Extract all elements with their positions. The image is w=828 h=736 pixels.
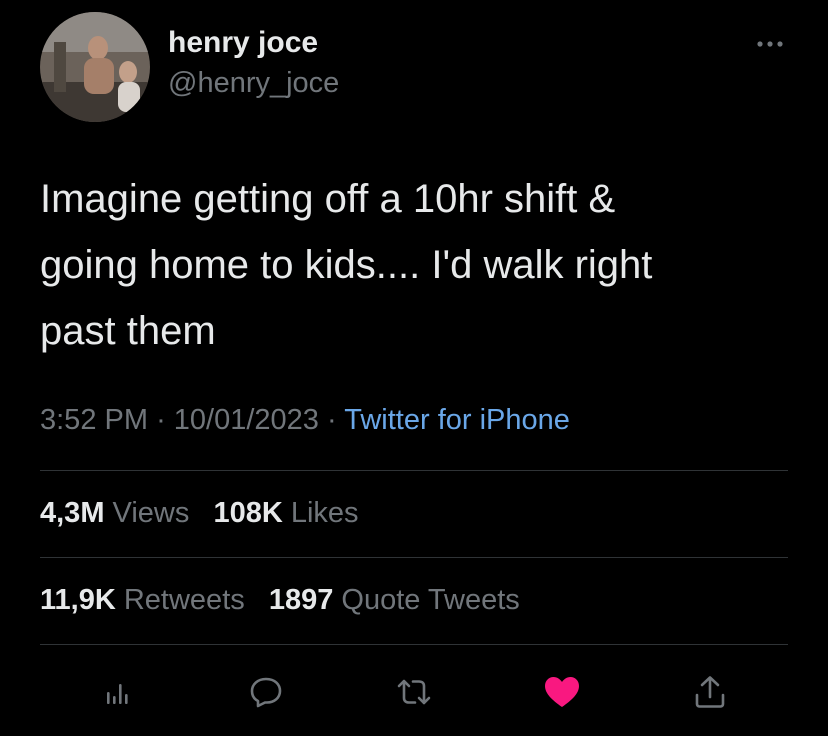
action-bar <box>0 664 828 716</box>
tweet-text-line: Imagine getting off a 10hr shift & <box>40 177 616 221</box>
analytics-icon <box>107 684 128 704</box>
divider <box>40 557 788 558</box>
meta-separator: · <box>156 404 166 436</box>
reply-icon <box>250 677 282 708</box>
tweet-meta: 3:52 PM · 10/01/2023 · Twitter for iPhon… <box>40 404 570 437</box>
retweets-label: Retweets <box>123 584 245 616</box>
retweet-button[interactable] <box>392 670 436 714</box>
stats-row-views-likes: 4,3M Views 108K Likes <box>40 497 375 530</box>
divider <box>40 644 788 645</box>
share-button[interactable] <box>688 670 732 714</box>
likes-label: Likes <box>290 497 359 529</box>
tweet-text: Imagine getting off a 10hr shift & going… <box>40 166 800 364</box>
like-button[interactable] <box>540 670 584 714</box>
more-options-icon[interactable] <box>752 36 788 52</box>
tweet-date[interactable]: 10/01/2023 <box>174 404 319 436</box>
retweet-icon <box>397 679 431 705</box>
avatar-photo <box>40 12 150 122</box>
meta-separator: · <box>327 404 337 436</box>
quotes-count: 1897 <box>268 584 334 616</box>
retweets-stat[interactable]: 11,9K Retweets <box>40 584 245 616</box>
user-handle[interactable]: @henry_joce <box>168 67 339 100</box>
reply-button[interactable] <box>244 670 288 714</box>
tweet-text-line: going home to kids.... I'd walk right <box>40 243 653 287</box>
views-stat[interactable]: 4,3M Views <box>40 497 189 529</box>
stats-row-retweets-quotes: 11,9K Retweets 1897 Quote Tweets <box>40 584 536 617</box>
display-name[interactable]: henry joce <box>168 26 318 60</box>
divider <box>40 470 788 471</box>
heart-icon <box>545 677 579 707</box>
avatar[interactable] <box>40 12 150 122</box>
views-label: Views <box>112 497 190 529</box>
views-count: 4,3M <box>40 497 105 529</box>
tweet-text-line: past them <box>40 309 216 353</box>
quotes-label: Quote Tweets <box>341 584 520 616</box>
tweet-time[interactable]: 3:52 PM <box>40 404 148 436</box>
share-icon <box>695 676 725 708</box>
tweet-source-link[interactable]: Twitter for iPhone <box>344 404 570 436</box>
likes-count: 108K <box>213 497 283 529</box>
retweets-count: 11,9K <box>40 584 116 616</box>
quote-tweets-stat[interactable]: 1897 Quote Tweets <box>269 584 520 616</box>
likes-stat[interactable]: 108K Likes <box>213 497 358 529</box>
analytics-button[interactable] <box>96 670 140 714</box>
